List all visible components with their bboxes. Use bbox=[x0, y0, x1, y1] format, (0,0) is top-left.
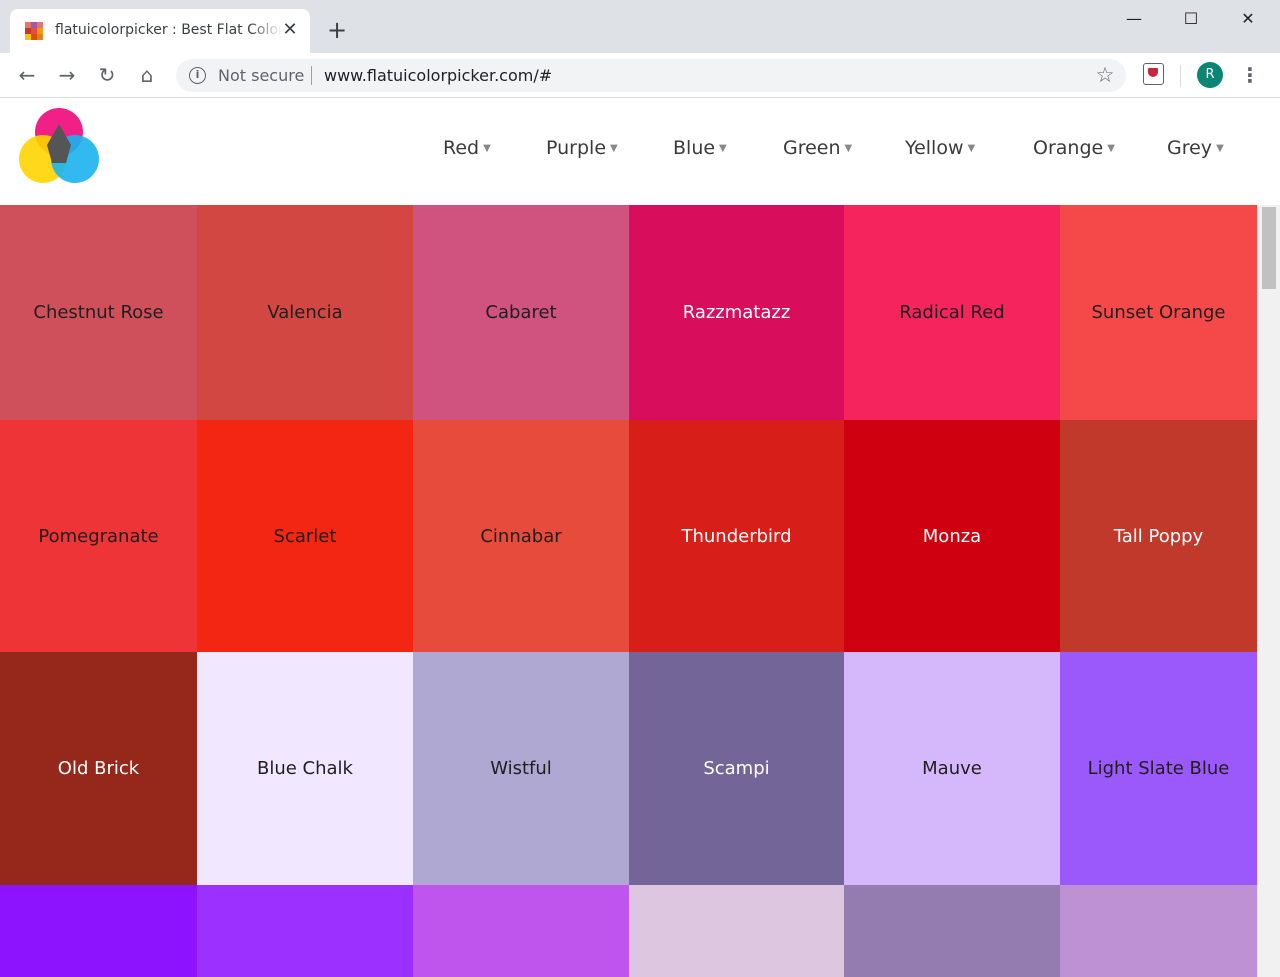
nav-item-label: Yellow bbox=[905, 137, 964, 159]
nav-item-grey[interactable]: Grey ▼ bbox=[1167, 137, 1224, 159]
nav-item-green[interactable]: Green ▼ bbox=[783, 137, 852, 159]
close-window-button[interactable]: ✕ bbox=[1225, 6, 1271, 32]
profile-avatar[interactable]: R bbox=[1197, 62, 1223, 88]
color-swatch[interactable]: Thunderbird bbox=[629, 420, 844, 652]
swatch-name: Light Slate Blue bbox=[1087, 758, 1230, 779]
color-swatch[interactable]: Mauve bbox=[844, 652, 1060, 885]
browser-toolbar: ← → ↻ ⌂ i Not secure www.flatuicolorpick… bbox=[0, 53, 1280, 98]
toolbar-divider bbox=[1180, 65, 1181, 87]
nav-item-label: Grey bbox=[1167, 137, 1213, 159]
minimize-button[interactable]: — bbox=[1111, 6, 1157, 32]
swatch-name: Valencia bbox=[267, 302, 343, 323]
site-logo[interactable] bbox=[18, 107, 100, 185]
nav-item-label: Green bbox=[783, 137, 841, 159]
nav-item-label: Blue bbox=[673, 137, 716, 159]
nav-item-orange[interactable]: Orange ▼ bbox=[1033, 137, 1115, 159]
color-swatch[interactable]: Wistful bbox=[413, 652, 629, 885]
swatch-name: Radical Red bbox=[899, 302, 1005, 323]
active-tab[interactable]: flatuicolorpicker : Best Flat Colors ✕ bbox=[10, 9, 310, 53]
omnibox-divider bbox=[311, 66, 312, 85]
nav-item-yellow[interactable]: Yellow ▼ bbox=[905, 137, 975, 159]
security-label[interactable]: Not secure bbox=[218, 66, 304, 85]
color-swatch[interactable]: Scampi bbox=[629, 652, 844, 885]
color-swatch[interactable]: Monza bbox=[844, 420, 1060, 652]
swatch-name: Pomegranate bbox=[38, 525, 159, 547]
forward-icon[interactable]: → bbox=[53, 61, 81, 89]
swatch-name: Monza bbox=[922, 525, 982, 547]
color-swatch[interactable] bbox=[0, 885, 197, 977]
info-icon[interactable]: i bbox=[189, 67, 206, 84]
swatch-name: Razzmatazz bbox=[682, 302, 791, 323]
color-swatch[interactable]: Cabaret bbox=[413, 205, 629, 420]
scrollbar-thumb[interactable] bbox=[1262, 207, 1276, 289]
color-swatch[interactable] bbox=[413, 885, 629, 977]
nav-item-label: Red bbox=[443, 137, 480, 159]
tab-close-icon[interactable]: ✕ bbox=[280, 20, 300, 40]
swatch-grid: Chestnut Rose Valencia Cabaret Razzmatazz Ra… bbox=[0, 205, 1257, 977]
nav-item-red[interactable]: Red ▼ bbox=[443, 137, 491, 159]
color-swatch[interactable]: Old Brick bbox=[0, 652, 197, 885]
tab-title-fade bbox=[250, 19, 282, 43]
color-swatch[interactable]: Light Slate Blue bbox=[1060, 652, 1257, 885]
color-swatch[interactable]: Sunset Orange bbox=[1060, 205, 1257, 420]
swatch-name: Scampi bbox=[703, 758, 770, 779]
color-swatch[interactable]: Pomegranate bbox=[0, 420, 197, 652]
swatch-name: Scarlet bbox=[273, 525, 337, 547]
page-scrollbar[interactable] bbox=[1257, 205, 1280, 977]
nav-item-label: Purple bbox=[546, 137, 607, 159]
browser-menu-icon[interactable]: ⋮ bbox=[1238, 62, 1262, 88]
swatch-name: Old Brick bbox=[57, 758, 140, 779]
color-swatch[interactable]: Blue Chalk bbox=[197, 652, 413, 885]
caret-down-icon: ▼ bbox=[610, 143, 618, 154]
color-swatch[interactable] bbox=[844, 885, 1060, 977]
reload-icon[interactable]: ↻ bbox=[93, 61, 121, 89]
color-swatch[interactable] bbox=[1060, 885, 1257, 977]
caret-down-icon: ▼ bbox=[1107, 143, 1115, 154]
swatch-name: Cinnabar bbox=[480, 525, 562, 547]
url-text[interactable]: www.flatuicolorpicker.com/# bbox=[324, 66, 552, 85]
site-header: Red ▼ Purple ▼ Blue ▼ Green ▼ Yellow ▼ Orange ▼ Grey… bbox=[0, 99, 1257, 205]
nav-item-blue[interactable]: Blue ▼ bbox=[673, 137, 727, 159]
bookmark-star-icon[interactable]: ☆ bbox=[1093, 63, 1117, 87]
maximize-button[interactable]: ☐ bbox=[1168, 6, 1214, 32]
color-swatch[interactable]: Razzmatazz bbox=[629, 205, 844, 420]
back-icon[interactable]: ← bbox=[13, 61, 41, 89]
tab-title: flatuicolorpicker : Best Flat Colors bbox=[55, 22, 280, 38]
new-tab-button[interactable]: + bbox=[325, 18, 349, 42]
color-swatch[interactable]: Radical Red bbox=[844, 205, 1060, 420]
swatch-name: Wistful bbox=[490, 758, 552, 779]
extension-icon[interactable] bbox=[1143, 63, 1164, 85]
caret-down-icon: ▼ bbox=[719, 143, 727, 154]
swatch-name: Blue Chalk bbox=[257, 758, 353, 779]
color-swatch[interactable]: Scarlet bbox=[197, 420, 413, 652]
caret-down-icon: ▼ bbox=[844, 143, 853, 154]
color-swatch[interactable]: Chestnut Rose bbox=[0, 205, 197, 420]
color-swatch[interactable]: Cinnabar bbox=[413, 420, 629, 652]
swatch-name: Tall Poppy bbox=[1113, 525, 1204, 547]
swatch-name: Mauve bbox=[922, 758, 982, 779]
swatch-name: Cabaret bbox=[485, 302, 557, 323]
address-bar[interactable]: i Not secure www.flatuicolorpicker.com/#… bbox=[176, 59, 1126, 92]
color-swatch[interactable]: Tall Poppy bbox=[1060, 420, 1257, 652]
color-swatch[interactable] bbox=[629, 885, 844, 977]
swatch-name: Thunderbird bbox=[681, 525, 792, 547]
caret-down-icon: ▼ bbox=[483, 143, 491, 154]
color-swatch[interactable]: Valencia bbox=[197, 205, 413, 420]
nav-item-label: Orange bbox=[1033, 137, 1104, 159]
nav-item-purple[interactable]: Purple ▼ bbox=[546, 137, 618, 159]
caret-down-icon: ▼ bbox=[1216, 143, 1224, 154]
swatch-name: Chestnut Rose bbox=[33, 302, 164, 323]
swatch-name: Sunset Orange bbox=[1091, 302, 1226, 323]
home-icon[interactable]: ⌂ bbox=[133, 61, 161, 89]
color-swatch[interactable] bbox=[197, 885, 413, 977]
site-favicon-icon bbox=[25, 22, 43, 40]
tab-strip: flatuicolorpicker : Best Flat Colors ✕ +… bbox=[0, 0, 1280, 53]
caret-down-icon: ▼ bbox=[967, 143, 976, 154]
